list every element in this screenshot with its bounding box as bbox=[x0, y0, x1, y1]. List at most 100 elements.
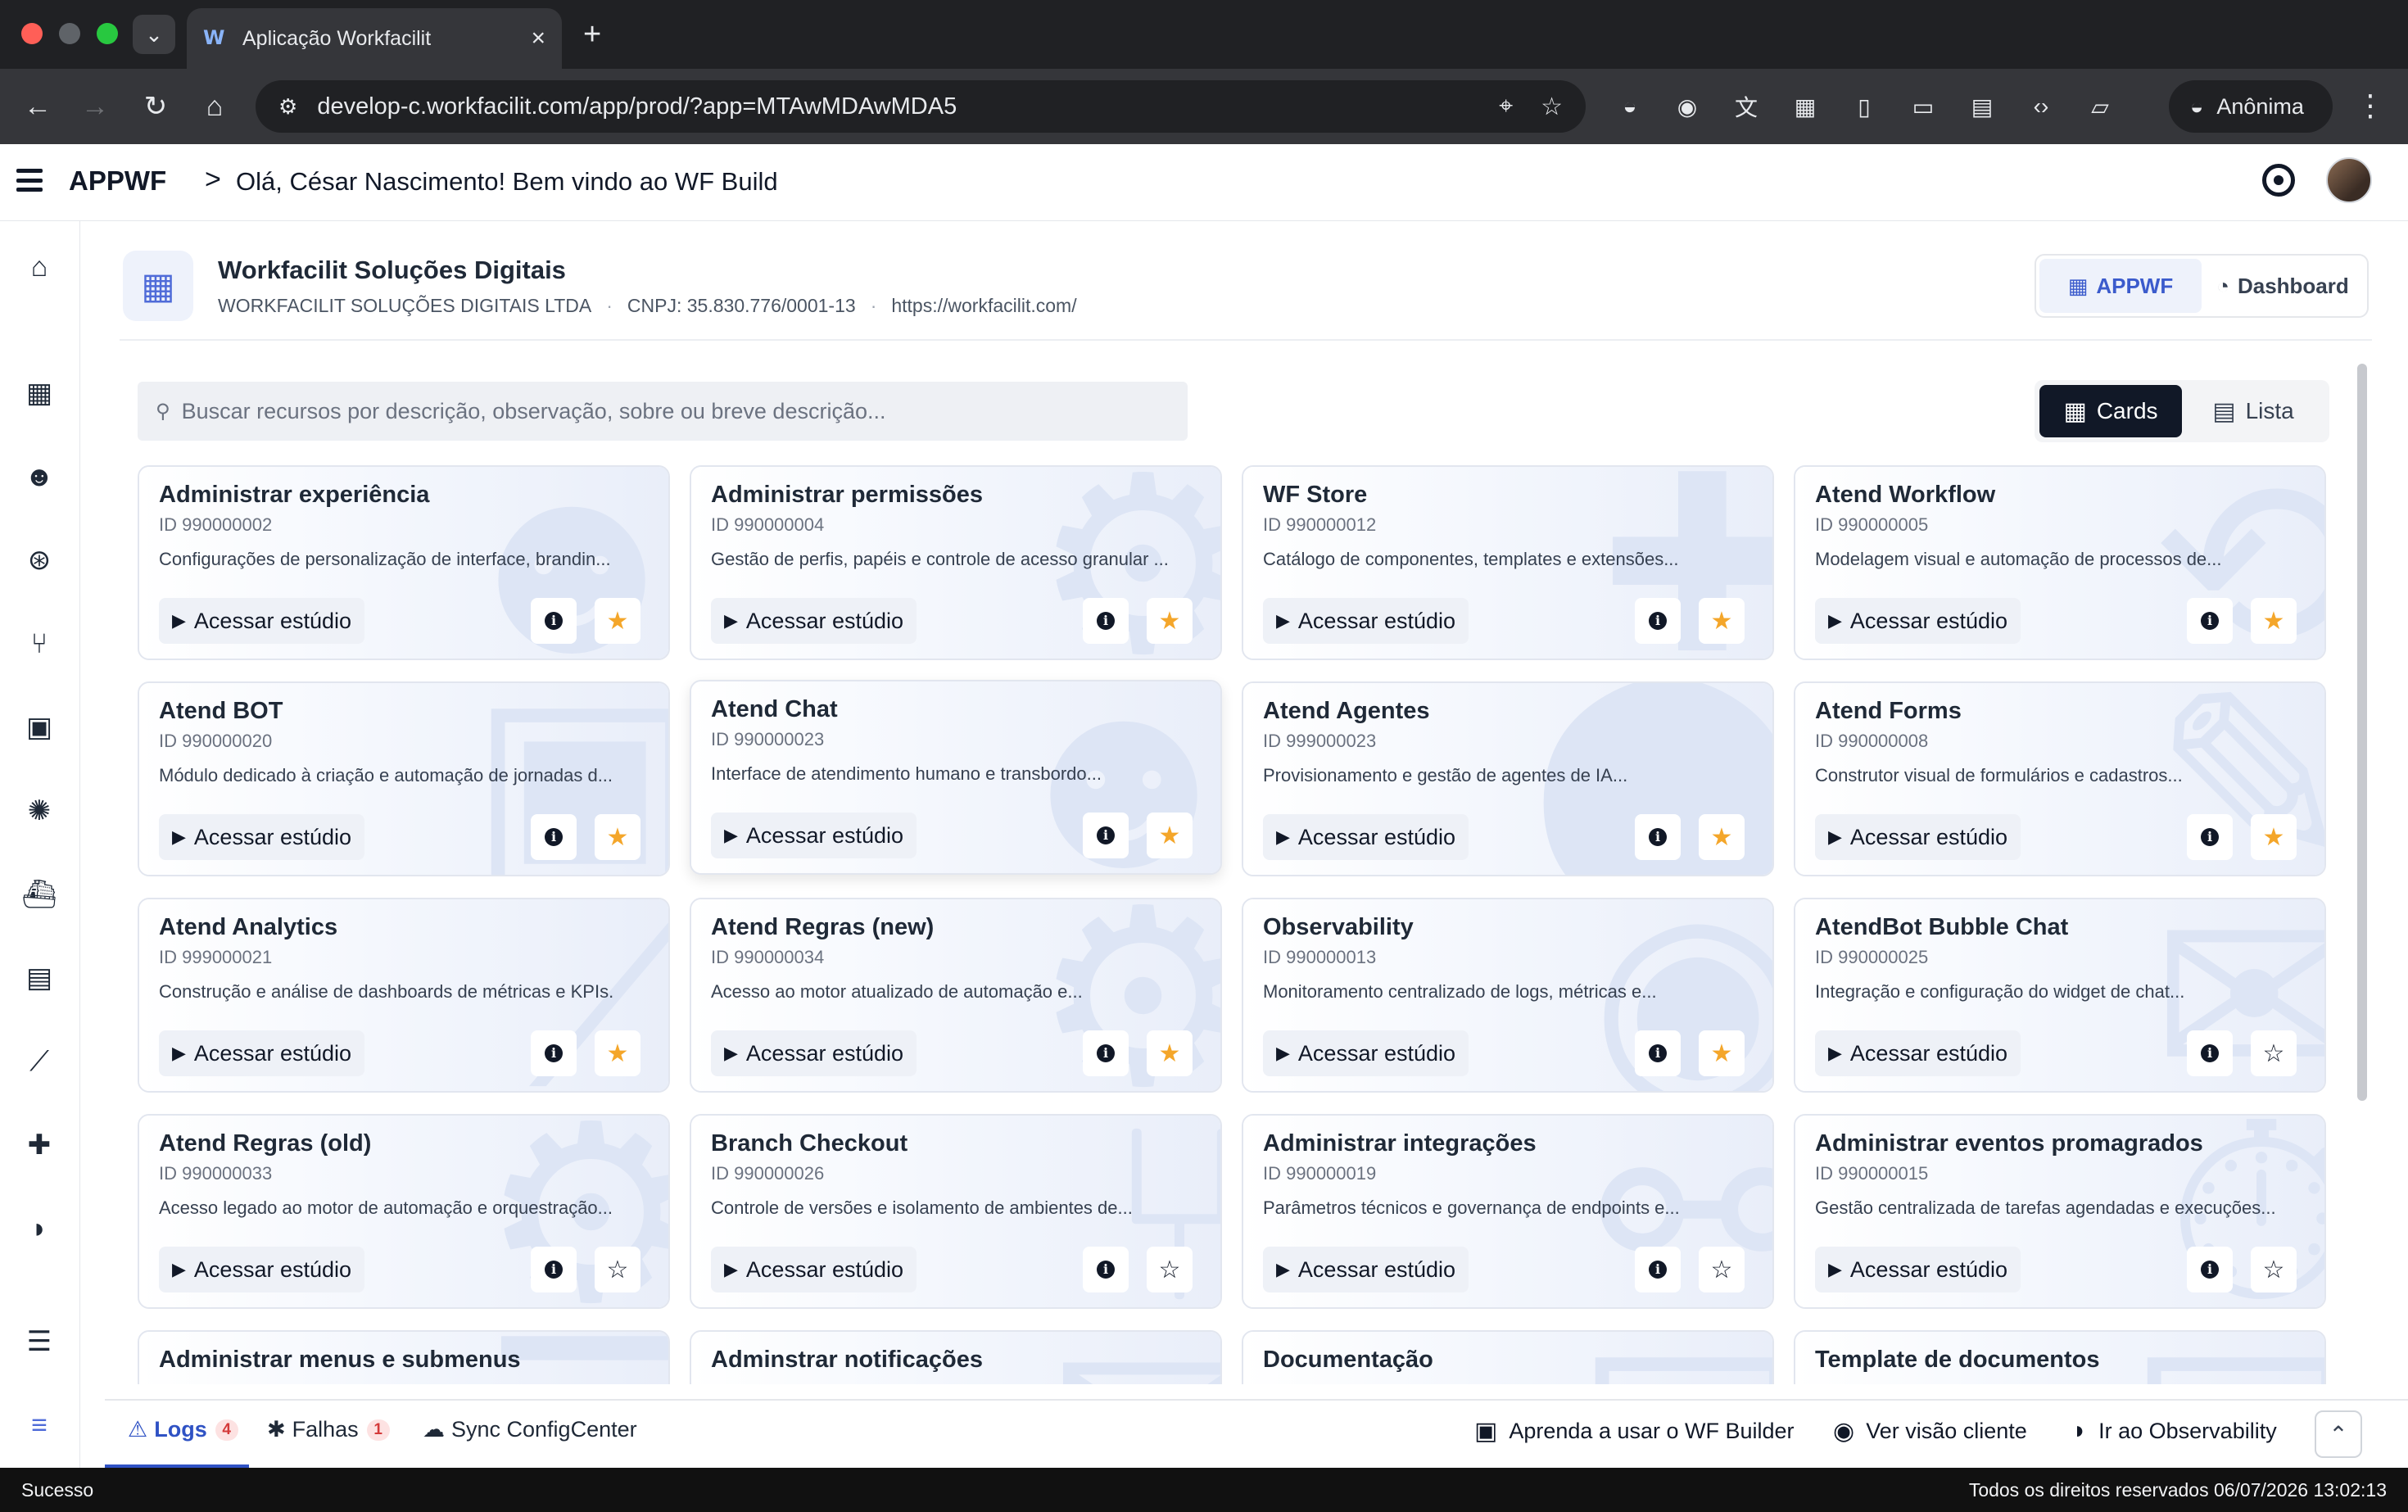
access-studio-button[interactable]: ▶ Acessar estúdio bbox=[159, 598, 365, 644]
favorite-button[interactable]: ☆ bbox=[595, 1247, 640, 1292]
home-icon[interactable]: ⌂ bbox=[23, 251, 56, 283]
access-studio-button[interactable]: ▶ Acessar estúdio bbox=[1815, 1030, 2021, 1076]
favorite-button[interactable]: ★ bbox=[2251, 814, 2297, 860]
access-studio-button[interactable]: ▶ Acessar estúdio bbox=[1263, 1247, 1469, 1292]
id-card-icon[interactable]: ▤ bbox=[23, 962, 56, 994]
cast-icon[interactable]: ▱ bbox=[2084, 90, 2116, 123]
window-minimize-button[interactable] bbox=[59, 23, 80, 44]
client-view-button[interactable]: ◉ Ver visão cliente bbox=[1833, 1417, 2027, 1446]
qr-code-icon[interactable]: ▦ bbox=[1789, 90, 1822, 123]
new-tab-plus-icon[interactable]: + bbox=[583, 18, 601, 51]
cards-view-button[interactable]: ▦ Cards bbox=[2039, 385, 2182, 437]
favorite-button[interactable]: ☆ bbox=[1699, 1247, 1745, 1292]
info-button[interactable]: i bbox=[1083, 813, 1129, 858]
access-studio-button[interactable]: ▶ Acessar estúdio bbox=[1815, 598, 2021, 644]
access-studio-button[interactable]: ▶ Acessar estúdio bbox=[711, 598, 917, 644]
info-button[interactable]: i bbox=[531, 814, 577, 860]
search-input[interactable] bbox=[181, 398, 1170, 424]
info-button[interactable]: i bbox=[2187, 1247, 2233, 1292]
favorite-button[interactable]: ★ bbox=[595, 1030, 640, 1076]
back-arrow-icon[interactable]: ← bbox=[18, 87, 57, 126]
device-icon[interactable]: ▭ bbox=[1907, 90, 1940, 123]
info-button[interactable]: i bbox=[1635, 1030, 1681, 1076]
tab-dashboard[interactable]: ◔ Dashboard bbox=[2202, 259, 2364, 313]
tab-appwf[interactable]: ▦ APPWF bbox=[2039, 259, 2202, 313]
list-view-button[interactable]: ▤ Lista bbox=[2182, 385, 2324, 437]
favorite-button[interactable]: ★ bbox=[595, 598, 640, 644]
chart-line-icon[interactable]: ⟋ bbox=[23, 1045, 56, 1078]
info-button[interactable]: i bbox=[531, 1247, 577, 1292]
ship-icon[interactable]: ⛴ bbox=[21, 878, 57, 911]
tab-search-chevron-icon[interactable]: ⌄ bbox=[133, 15, 175, 54]
database-icon[interactable]: ☰ bbox=[23, 1325, 56, 1358]
server-toggle-icon[interactable]: ≡ bbox=[23, 1409, 56, 1442]
access-studio-button[interactable]: ▶ Acessar estúdio bbox=[1815, 1247, 2021, 1292]
reading-mode-icon[interactable]: ▯ bbox=[1848, 90, 1881, 123]
info-button[interactable]: i bbox=[1635, 814, 1681, 860]
bookmark-star-icon[interactable]: ☆ bbox=[1541, 93, 1563, 121]
brand-breadcrumb[interactable]: APPWF bbox=[69, 165, 166, 197]
incognito-profile-button[interactable]: ◒ Anônima bbox=[2169, 80, 2333, 133]
access-studio-button[interactable]: ▶ Acessar estúdio bbox=[159, 814, 365, 860]
favorite-button[interactable]: ★ bbox=[1699, 814, 1745, 860]
access-studio-button[interactable]: ▶ Acessar estúdio bbox=[1263, 814, 1469, 860]
reload-icon[interactable]: ↻ bbox=[136, 87, 175, 126]
favorite-button[interactable]: ☆ bbox=[2251, 1030, 2297, 1076]
access-studio-button[interactable]: ▶ Acessar estúdio bbox=[159, 1247, 365, 1292]
favorite-button[interactable]: ★ bbox=[1147, 813, 1193, 858]
window-maximize-button[interactable] bbox=[97, 23, 118, 44]
access-studio-button[interactable]: ▶ Acessar estúdio bbox=[711, 1030, 917, 1076]
search-box[interactable]: ⚲ bbox=[138, 382, 1188, 441]
favorite-button[interactable]: ★ bbox=[1699, 1030, 1745, 1076]
layout-icon[interactable]: ▦ bbox=[23, 377, 56, 410]
observability-button[interactable]: ◗ Ir ao Observability bbox=[2072, 1417, 2277, 1445]
tab-failures[interactable]: ✱ Falhas 1 bbox=[267, 1417, 390, 1442]
scrollbar-thumb[interactable] bbox=[2357, 364, 2367, 1101]
info-button[interactable]: i bbox=[1083, 598, 1129, 644]
address-bar[interactable]: ⚙ develop-c.workfacilit.com/app/prod/?ap… bbox=[256, 80, 1586, 133]
screenshot-extension-icon[interactable]: ◉ bbox=[1671, 90, 1704, 123]
tab-logs[interactable]: ⚠ Logs 4 bbox=[128, 1417, 238, 1442]
favorite-button[interactable]: ☆ bbox=[2251, 1247, 2297, 1292]
address-url[interactable]: develop-c.workfacilit.com/app/prod/?app=… bbox=[317, 93, 1471, 120]
browser-tab-active[interactable]: 𝗪 Aplicação Workfacilit × bbox=[187, 8, 562, 69]
favorite-button[interactable]: ★ bbox=[1147, 598, 1193, 644]
mask-icon[interactable]: ◗ bbox=[23, 1212, 56, 1245]
info-button[interactable]: i bbox=[2187, 598, 2233, 644]
access-studio-button[interactable]: ▶ Acessar estúdio bbox=[159, 1030, 365, 1076]
avatar[interactable] bbox=[2326, 157, 2372, 203]
puzzle-icon[interactable]: ✚ bbox=[23, 1129, 56, 1161]
window-close-button[interactable] bbox=[21, 23, 43, 44]
hamburger-menu-icon[interactable] bbox=[16, 169, 43, 192]
content-scrollbar[interactable] bbox=[2356, 360, 2369, 1401]
chevron-up-icon[interactable]: ⌃ bbox=[2315, 1410, 2362, 1458]
bot-icon[interactable]: ▣ bbox=[23, 711, 56, 744]
info-button[interactable]: i bbox=[1083, 1247, 1129, 1292]
info-button[interactable]: i bbox=[531, 1030, 577, 1076]
table-icon[interactable]: ▤ bbox=[1966, 90, 1998, 123]
location-pin-icon[interactable]: ⌖ bbox=[1499, 93, 1513, 120]
info-button[interactable]: i bbox=[531, 598, 577, 644]
target-icon[interactable] bbox=[2262, 164, 2295, 197]
favorite-button[interactable]: ★ bbox=[1147, 1030, 1193, 1076]
user-circle-icon[interactable]: ☻ bbox=[23, 460, 56, 493]
browser-menu-kebab-icon[interactable]: ⋮ bbox=[2356, 88, 2385, 123]
access-studio-button[interactable]: ▶ Acessar estúdio bbox=[711, 813, 917, 858]
favorite-button[interactable]: ★ bbox=[1699, 598, 1745, 644]
org-website-link[interactable]: https://workfacilit.com/ bbox=[891, 295, 1076, 317]
favorite-button[interactable]: ★ bbox=[2251, 598, 2297, 644]
translate-extension-icon[interactable]: 文 bbox=[1730, 90, 1763, 123]
virus-icon[interactable]: ✺ bbox=[23, 794, 56, 827]
tab-close-icon[interactable]: × bbox=[531, 25, 545, 52]
tab-sync-configcenter[interactable]: ☁ Sync ConfigCenter bbox=[423, 1417, 637, 1442]
info-button[interactable]: i bbox=[1083, 1030, 1129, 1076]
info-button[interactable]: i bbox=[2187, 1030, 2233, 1076]
info-button[interactable]: i bbox=[1635, 598, 1681, 644]
home-icon[interactable]: ⌂ bbox=[195, 87, 234, 126]
info-button[interactable]: i bbox=[1635, 1247, 1681, 1292]
network-icon[interactable]: ⊛ bbox=[23, 544, 56, 577]
forward-arrow-icon[interactable]: → bbox=[75, 87, 115, 126]
workflow-icon[interactable]: ⑂ bbox=[23, 627, 56, 660]
access-studio-button[interactable]: ▶ Acessar estúdio bbox=[1815, 814, 2021, 860]
info-button[interactable]: i bbox=[2187, 814, 2233, 860]
